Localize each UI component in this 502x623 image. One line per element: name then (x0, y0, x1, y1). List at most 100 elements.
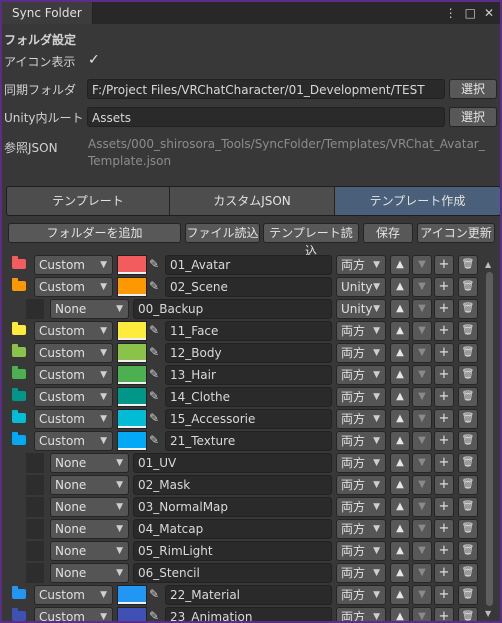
delete-button[interactable]: 🗑 (458, 453, 478, 473)
mode-dropdown[interactable]: Custom ▼ (34, 365, 113, 385)
move-down-button[interactable]: ▼ (412, 409, 432, 429)
delete-button[interactable]: 🗑 (458, 607, 478, 621)
folder-name-field[interactable]: 02_Mask (133, 475, 332, 495)
folder-name-field[interactable]: 06_Stencil (133, 563, 332, 583)
kebab-menu-icon[interactable]: ⋮ (445, 6, 457, 20)
folder-name-field[interactable]: 12_Body (165, 343, 332, 363)
color-swatch[interactable] (117, 431, 147, 451)
move-down-button[interactable]: ▼ (412, 475, 432, 495)
delete-button[interactable]: 🗑 (458, 321, 478, 341)
move-up-button[interactable]: ▲ (390, 299, 410, 319)
sync-dropdown[interactable]: Unity ▼ (336, 277, 386, 297)
mode-dropdown[interactable]: Custom ▼ (34, 387, 113, 407)
mode-dropdown[interactable]: None ▼ (50, 475, 129, 495)
window-tab[interactable]: Sync Folder (2, 2, 93, 24)
load-file-button[interactable]: ファイル読込 (185, 223, 260, 243)
move-down-button[interactable]: ▼ (412, 519, 432, 539)
delete-button[interactable]: 🗑 (458, 387, 478, 407)
move-up-button[interactable]: ▲ (390, 431, 410, 451)
sync-dropdown[interactable]: 両方 ▼ (336, 365, 386, 385)
move-down-button[interactable]: ▼ (412, 343, 432, 363)
folder-name-field[interactable]: 04_Matcap (133, 519, 332, 539)
move-down-button[interactable]: ▼ (412, 563, 432, 583)
add-child-button[interactable]: + (434, 343, 454, 363)
add-child-button[interactable]: + (434, 453, 454, 473)
scrollbar-thumb[interactable] (486, 272, 493, 606)
add-child-button[interactable]: + (434, 519, 454, 539)
mode-dropdown[interactable]: None ▼ (50, 299, 129, 319)
move-down-button[interactable]: ▼ (412, 321, 432, 341)
mode-dropdown[interactable]: Custom ▼ (34, 409, 113, 429)
move-down-button[interactable]: ▼ (412, 541, 432, 561)
eyedropper-icon[interactable]: ✎ (149, 411, 159, 425)
color-swatch[interactable] (117, 585, 147, 605)
delete-button[interactable]: 🗑 (458, 541, 478, 561)
mode-dropdown[interactable]: None ▼ (50, 563, 129, 583)
move-up-button[interactable]: ▲ (390, 343, 410, 363)
eyedropper-icon[interactable]: ✎ (149, 345, 159, 359)
color-swatch[interactable] (117, 607, 147, 621)
eyedropper-icon[interactable]: ✎ (149, 389, 159, 403)
move-down-button[interactable]: ▼ (412, 365, 432, 385)
move-up-button[interactable]: ▲ (390, 519, 410, 539)
eyedropper-icon[interactable]: ✎ (149, 323, 159, 337)
folder-name-field[interactable]: 21_Texture (165, 431, 332, 451)
move-up-button[interactable]: ▲ (390, 321, 410, 341)
mode-dropdown[interactable]: Custom ▼ (34, 255, 113, 275)
move-down-button[interactable]: ▼ (412, 387, 432, 407)
folder-name-field[interactable]: 23_Animation (165, 607, 332, 621)
move-down-button[interactable]: ▼ (412, 585, 432, 605)
folder-name-field[interactable]: 00_Backup (133, 299, 332, 319)
add-child-button[interactable]: + (434, 365, 454, 385)
tab-template[interactable]: テンプレート (7, 187, 170, 215)
close-icon[interactable]: ✕ (484, 6, 494, 20)
sync-dropdown[interactable]: 両方 ▼ (336, 563, 386, 583)
color-swatch[interactable] (117, 343, 147, 363)
move-up-button[interactable]: ▲ (390, 365, 410, 385)
tab-custom-json[interactable]: カスタムJSON (170, 187, 335, 215)
move-up-button[interactable]: ▲ (390, 387, 410, 407)
color-swatch[interactable] (117, 277, 147, 297)
add-child-button[interactable]: + (434, 475, 454, 495)
mode-dropdown[interactable]: None ▼ (50, 453, 129, 473)
folder-name-field[interactable]: 03_NormalMap (133, 497, 332, 517)
delete-button[interactable]: 🗑 (458, 519, 478, 539)
eyedropper-icon[interactable]: ✎ (149, 433, 159, 447)
mode-dropdown[interactable]: Custom ▼ (34, 585, 113, 605)
move-up-button[interactable]: ▲ (390, 409, 410, 429)
eyedropper-icon[interactable]: ✎ (149, 279, 159, 293)
sync-dropdown[interactable]: 両方 ▼ (336, 541, 386, 561)
mode-dropdown[interactable]: None ▼ (50, 541, 129, 561)
add-folder-button[interactable]: フォルダーを追加 (8, 223, 181, 243)
icon-display-checkbox[interactable]: ✓ (88, 52, 104, 68)
move-up-button[interactable]: ▲ (390, 585, 410, 605)
move-down-button[interactable]: ▼ (412, 277, 432, 297)
add-child-button[interactable]: + (434, 299, 454, 319)
unity-root-field[interactable]: Assets (87, 107, 445, 127)
move-up-button[interactable]: ▲ (390, 277, 410, 297)
sync-dropdown[interactable]: 両方 ▼ (336, 343, 386, 363)
sync-dropdown[interactable]: 両方 ▼ (336, 585, 386, 605)
delete-button[interactable]: 🗑 (458, 299, 478, 319)
add-child-button[interactable]: + (434, 431, 454, 451)
move-up-button[interactable]: ▲ (390, 607, 410, 621)
add-child-button[interactable]: + (434, 321, 454, 341)
move-down-button[interactable]: ▼ (412, 299, 432, 319)
delete-button[interactable]: 🗑 (458, 563, 478, 583)
sync-dropdown[interactable]: 両方 ▼ (336, 409, 386, 429)
move-up-button[interactable]: ▲ (390, 475, 410, 495)
scroll-up-icon[interactable]: ▲ (485, 260, 491, 269)
folder-name-field[interactable]: 13_Hair (165, 365, 332, 385)
delete-button[interactable]: 🗑 (458, 409, 478, 429)
update-icons-button[interactable]: アイコン更新 (417, 223, 495, 243)
eyedropper-icon[interactable]: ✎ (149, 587, 159, 601)
delete-button[interactable]: 🗑 (458, 343, 478, 363)
move-up-button[interactable]: ▲ (390, 255, 410, 275)
eyedropper-icon[interactable]: ✎ (149, 257, 159, 271)
save-button[interactable]: 保存 (363, 223, 413, 243)
vertical-scrollbar[interactable]: ▲ ▼ (483, 260, 497, 618)
folder-name-field[interactable]: 02_Scene (165, 277, 332, 297)
delete-button[interactable]: 🗑 (458, 255, 478, 275)
sync-folder-select-button[interactable]: 選択 (449, 79, 497, 99)
delete-button[interactable]: 🗑 (458, 585, 478, 605)
